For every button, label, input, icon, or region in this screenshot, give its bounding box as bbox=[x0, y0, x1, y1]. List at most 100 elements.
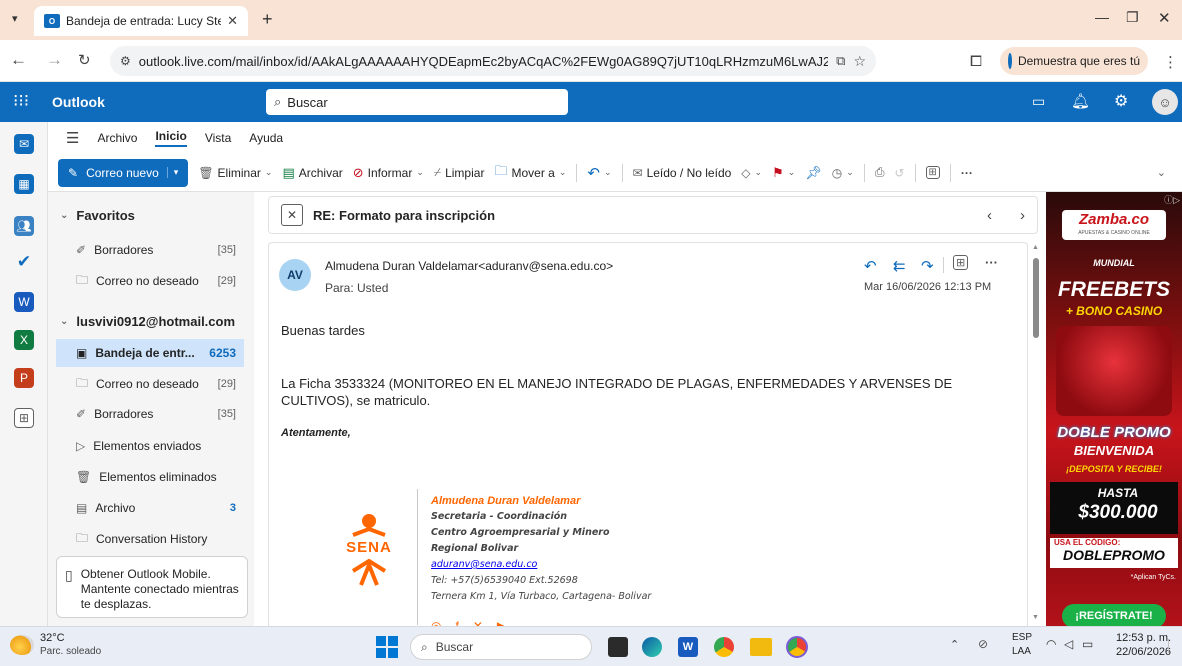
close-tab-icon[interactable]: ✕ bbox=[227, 13, 238, 29]
wifi-icon[interactable]: ◠ bbox=[1046, 637, 1056, 651]
new-tab-icon[interactable]: + bbox=[262, 9, 273, 30]
previous-message-icon[interactable]: ‹ bbox=[987, 207, 992, 224]
app-name[interactable]: Outlook bbox=[52, 94, 105, 110]
battery-icon[interactable]: ▭ bbox=[1082, 637, 1093, 651]
hamburger-menu-icon[interactable]: ☰ bbox=[66, 129, 79, 147]
profile-button[interactable]: Demuestra que eres tú bbox=[1000, 47, 1148, 75]
browser-menu-icon[interactable]: ⋮ bbox=[1163, 53, 1178, 71]
sender-address[interactable]: Almudena Duran Valdelamar<aduranv@sena.e… bbox=[325, 259, 613, 273]
powerpoint-app-icon[interactable]: P bbox=[14, 368, 34, 388]
more-apps-icon[interactable]: ⊞ bbox=[14, 408, 34, 428]
close-message-icon[interactable]: ✕ bbox=[281, 204, 303, 226]
word-taskbar-icon[interactable]: W bbox=[678, 637, 698, 657]
chevron-down-icon[interactable]: ⌄ bbox=[265, 167, 273, 178]
chevron-down-icon[interactable]: ⌄ bbox=[559, 167, 567, 178]
print-icon[interactable]: ⎙ bbox=[875, 165, 885, 180]
tab-vista[interactable]: Vista bbox=[205, 131, 231, 145]
folder-drafts[interactable]: ✐ Borradores [35] bbox=[56, 400, 244, 428]
scrollbar-thumb[interactable] bbox=[1033, 258, 1039, 338]
forward-icon[interactable]: ↷ bbox=[921, 257, 934, 275]
search-input[interactable]: ⌕ Buscar bbox=[266, 89, 568, 115]
reload-icon[interactable]: ↻ bbox=[78, 51, 91, 69]
reading-pane-scrollbar[interactable]: ▲ ▼ bbox=[1030, 244, 1042, 626]
tab-list-chevron-icon[interactable]: ▾ bbox=[12, 12, 18, 25]
facebook-icon[interactable]: f bbox=[455, 619, 458, 626]
account-avatar-icon[interactable]: ☺ bbox=[1152, 89, 1178, 115]
new-mail-dropdown-icon[interactable]: ▾ bbox=[166, 167, 178, 178]
weather-temp[interactable]: 32°C bbox=[40, 632, 65, 644]
address-bar[interactable]: ⚙ outlook.live.com/mail/inbox/id/AAkALgA… bbox=[110, 46, 876, 76]
volume-icon[interactable]: ◁ bbox=[1064, 637, 1073, 651]
app-launcher-icon[interactable]: ⁝⁝⁝ bbox=[13, 91, 29, 111]
word-app-icon[interactable]: W bbox=[14, 292, 34, 312]
instagram-icon[interactable]: ◎ bbox=[431, 619, 441, 626]
windows-start-icon[interactable] bbox=[376, 636, 398, 658]
apps-icon[interactable]: ⊞ bbox=[925, 166, 940, 179]
sweep-button[interactable]: ⌿ Limpiar bbox=[434, 165, 485, 180]
language-code[interactable]: ESP bbox=[1012, 632, 1032, 643]
install-app-icon[interactable]: ⧉ bbox=[836, 53, 845, 69]
close-window-icon[interactable]: ✕ bbox=[1158, 9, 1171, 27]
scroll-down-icon[interactable]: ▼ bbox=[1032, 614, 1039, 621]
calendar-app-icon[interactable]: ▦ bbox=[14, 174, 34, 194]
reply-all-icon[interactable]: ⇇ bbox=[893, 257, 906, 275]
bookmark-star-icon[interactable]: ☆ bbox=[853, 53, 866, 70]
folder-inbox[interactable]: ▣ Bandeja de entr... 6253 bbox=[56, 339, 244, 367]
folder-favorite-drafts[interactable]: ✐ Borradores [35] bbox=[56, 236, 244, 264]
categorize-button[interactable]: ◇ ⌄ bbox=[741, 166, 762, 180]
mail-app-icon[interactable]: ✉ bbox=[14, 134, 34, 154]
chevron-down-icon[interactable]: ⌄ bbox=[788, 167, 796, 178]
chrome-profile-icon[interactable] bbox=[786, 636, 808, 658]
tab-inicio[interactable]: Inicio bbox=[155, 129, 187, 147]
folder-junk[interactable]: 🗀︎ Correo no deseado [29] bbox=[56, 370, 244, 398]
people-app-icon[interactable]: 👥︎ bbox=[14, 216, 34, 236]
flag-button[interactable]: ⚑ ⌄ bbox=[772, 165, 795, 181]
show-desktop-button[interactable] bbox=[1168, 639, 1176, 653]
youtube-icon[interactable]: ▶ bbox=[497, 619, 506, 626]
tab-archivo[interactable]: Archivo bbox=[97, 131, 137, 145]
chevron-down-icon[interactable]: ⌄ bbox=[604, 167, 612, 178]
archive-button[interactable]: ▤ Archivar bbox=[282, 165, 342, 181]
excel-app-icon[interactable]: X bbox=[14, 330, 34, 350]
network-off-icon[interactable]: ⊘ bbox=[978, 637, 988, 651]
my-day-icon[interactable]: ▭ bbox=[1032, 93, 1045, 110]
minimize-window-icon[interactable]: — bbox=[1095, 9, 1109, 25]
task-view-icon[interactable] bbox=[608, 637, 628, 657]
folder-favorite-junk[interactable]: 🗀︎ Correo no deseado [29] bbox=[56, 267, 244, 295]
expand-ribbon-icon[interactable]: ⌄ bbox=[1157, 166, 1166, 179]
back-icon[interactable]: ← bbox=[10, 50, 27, 70]
forward-icon[interactable]: → bbox=[46, 50, 63, 70]
weather-sun-icon[interactable] bbox=[10, 635, 34, 655]
read-unread-button[interactable]: ✉ Leído / No leído bbox=[633, 166, 732, 180]
chevron-down-icon[interactable]: ⌄ bbox=[846, 167, 854, 178]
undo-icon[interactable]: ↺ bbox=[894, 166, 904, 180]
folder-conversation-history[interactable]: 🗀︎ Conversation History bbox=[56, 525, 244, 553]
file-explorer-icon[interactable] bbox=[750, 638, 772, 656]
clock-time[interactable]: 12:53 p. m. bbox=[1116, 632, 1171, 644]
apps-icon[interactable]: ⊞ bbox=[953, 255, 969, 270]
ad-register-button[interactable]: ¡REGÍSTRATE! bbox=[1062, 604, 1166, 626]
delete-button[interactable]: 🗑︎ Eliminar ⌄ bbox=[198, 166, 272, 180]
browser-tab[interactable]: O Bandeja de entrada: Lucy Stella ✕ bbox=[34, 6, 248, 36]
outlook-mobile-promo[interactable]: ▯ Obtener Outlook Mobile. Mantente conec… bbox=[56, 556, 248, 618]
report-button[interactable]: ⊘ Informar ⌄ bbox=[353, 165, 424, 181]
sender-avatar[interactable]: AV bbox=[279, 259, 311, 291]
folder-deleted[interactable]: 🗑︎ Elementos eliminados bbox=[56, 463, 244, 491]
edge-icon[interactable] bbox=[642, 637, 662, 657]
favorites-header[interactable]: ⌄ Favoritos bbox=[56, 200, 244, 230]
notifications-bell-icon[interactable]: 🔔︎ bbox=[1071, 92, 1090, 110]
ad-choices-icon[interactable]: ⓘ▷ bbox=[1164, 193, 1180, 206]
account-header[interactable]: ⌄ lusvivi0912@hotmail.com bbox=[56, 306, 244, 336]
chrome-icon[interactable] bbox=[714, 637, 734, 657]
show-hidden-icons-icon[interactable]: ⌃ bbox=[950, 638, 959, 651]
new-mail-button[interactable]: ✎ Correo nuevo ▾ bbox=[58, 158, 189, 187]
advertisement-panel[interactable]: ⓘ▷ Zamba.co APUESTAS & CASINO ONLINE MUN… bbox=[1046, 192, 1182, 626]
pin-icon[interactable]: 📌︎ bbox=[805, 165, 822, 181]
folder-archive[interactable]: ▤ Archivo 3 bbox=[56, 494, 244, 522]
taskbar-search[interactable]: ⌕ Buscar bbox=[410, 634, 592, 660]
site-info-icon[interactable]: ⚙ bbox=[120, 54, 131, 68]
reply-dropdown-button[interactable]: ↶ ⌄ bbox=[587, 164, 611, 182]
signature-email-link[interactable]: aduranv@sena.edu.co bbox=[431, 557, 731, 573]
reply-icon[interactable]: ↶ bbox=[864, 257, 877, 275]
tab-ayuda[interactable]: Ayuda bbox=[249, 131, 283, 145]
